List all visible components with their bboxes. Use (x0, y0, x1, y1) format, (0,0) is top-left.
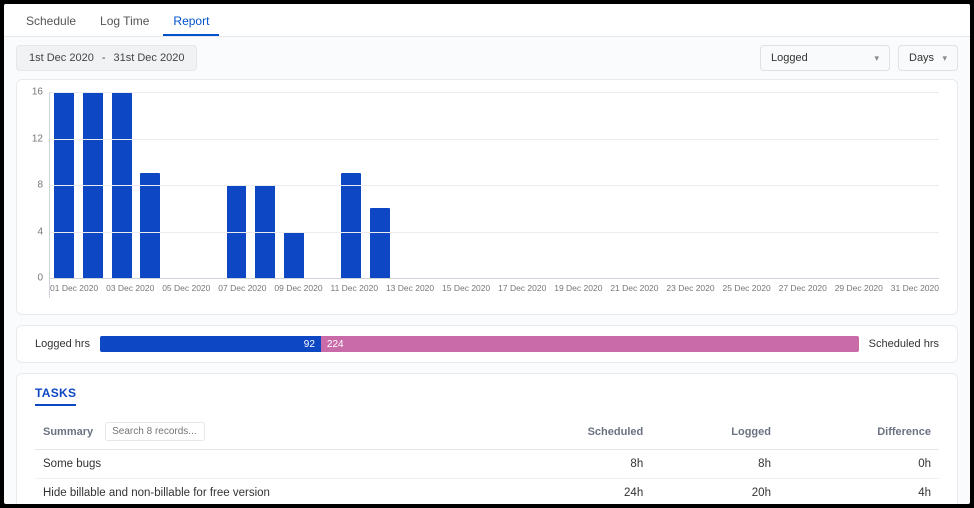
x-tick-label: 19 Dec 2020 (554, 279, 602, 298)
progress-label-scheduled: Scheduled hrs (869, 338, 939, 350)
task-scheduled: 8h (487, 450, 651, 479)
x-tick-label (266, 279, 274, 298)
x-tick-label: 21 Dec 2020 (610, 279, 658, 298)
x-tick-label (98, 279, 106, 298)
progress-bar: 92 224 (100, 336, 859, 352)
task-summary: Hide billable and non-billable for free … (35, 479, 487, 505)
x-tick-label (883, 279, 891, 298)
tasks-title: TASKS (35, 386, 76, 406)
x-tick-label: 05 Dec 2020 (162, 279, 210, 298)
x-tick-label (827, 279, 835, 298)
granularity-select-value: Days (909, 52, 934, 64)
grid-line (50, 185, 939, 186)
task-scheduled: 24h (487, 479, 651, 505)
x-tick-label: 29 Dec 2020 (835, 279, 883, 298)
tab-bar: Schedule Log Time Report (4, 4, 970, 37)
x-tick-label: 11 Dec 2020 (330, 279, 378, 298)
bar[interactable] (370, 208, 390, 278)
x-tick-label: 27 Dec 2020 (779, 279, 827, 298)
grid-line (50, 232, 939, 233)
tasks-header-difference[interactable]: Difference (779, 416, 939, 450)
date-range-end: 31st Dec 2020 (114, 52, 185, 64)
y-tick-label: 4 (37, 226, 43, 237)
grid-line (50, 139, 939, 140)
task-logged: 8h (651, 450, 779, 479)
chevron-down-icon: ▾ (874, 53, 879, 64)
progress-value-logged: 92 (304, 339, 315, 350)
tab-schedule[interactable]: Schedule (16, 10, 86, 36)
y-tick-label: 16 (32, 87, 43, 98)
bar[interactable] (341, 173, 361, 278)
app-window: Schedule Log Time Report 1st Dec 2020 - … (4, 4, 970, 504)
tasks-card: TASKS Summary Scheduled Logged Differenc… (16, 373, 958, 504)
x-tick-label: 15 Dec 2020 (442, 279, 490, 298)
tasks-header-summary-cell: Summary (35, 416, 487, 450)
x-tick-label (715, 279, 723, 298)
y-tick-label: 8 (37, 180, 43, 191)
metric-select[interactable]: Logged ▾ (760, 45, 890, 71)
x-axis: 01 Dec 2020 03 Dec 2020 05 Dec 2020 07 Dec … (50, 278, 939, 298)
table-row[interactable]: Some bugs8h8h0h (35, 450, 939, 479)
x-tick-label: 25 Dec 2020 (723, 279, 771, 298)
task-summary: Some bugs (35, 450, 487, 479)
x-tick-label (323, 279, 331, 298)
y-tick-label: 0 (37, 273, 43, 284)
tasks-header-summary: Summary (43, 426, 93, 438)
table-row[interactable]: Hide billable and non-billable for free … (35, 479, 939, 505)
progress-label-logged: Logged hrs (35, 338, 90, 350)
chevron-down-icon: ▾ (942, 53, 947, 64)
granularity-select[interactable]: Days ▾ (898, 45, 958, 71)
bar[interactable] (140, 173, 160, 278)
task-difference: 0h (779, 450, 939, 479)
x-tick-label: 23 Dec 2020 (666, 279, 714, 298)
tasks-header-logged[interactable]: Logged (651, 416, 779, 450)
x-tick-label: 01 Dec 2020 (50, 279, 98, 298)
progress-card: Logged hrs 92 224 Scheduled hrs (16, 325, 958, 363)
progress-value-scheduled: 224 (327, 339, 344, 350)
x-tick-label (154, 279, 162, 298)
date-range-start: 1st Dec 2020 (29, 52, 94, 64)
plot-area: 01 Dec 2020 03 Dec 2020 05 Dec 2020 07 Dec … (49, 92, 939, 298)
x-tick-label: 17 Dec 2020 (498, 279, 546, 298)
y-tick-label: 12 (32, 133, 43, 144)
x-tick-label: 03 Dec 2020 (106, 279, 154, 298)
tasks-table: Summary Scheduled Logged Difference Some… (35, 416, 939, 504)
tab-report[interactable]: Report (163, 10, 219, 36)
metric-select-value: Logged (771, 52, 808, 64)
x-tick-label: 09 Dec 2020 (274, 279, 322, 298)
x-tick-label: 13 Dec 2020 (386, 279, 434, 298)
tasks-search-input[interactable] (105, 422, 205, 441)
progress-segment-scheduled: 224 (321, 336, 859, 352)
grid-line (50, 92, 939, 93)
chart-card: 0 4 8 12 16 01 Dec 2020 03 Dec 2020 05 Dec 202… (16, 79, 958, 315)
task-logged: 20h (651, 479, 779, 505)
date-range-separator: - (102, 52, 106, 64)
x-tick-label (771, 279, 779, 298)
x-tick-label (659, 279, 667, 298)
bar-chart: 0481216 01 Dec 202003 Dec 202005 Dec 202… (25, 92, 939, 298)
controls-row: 1st Dec 2020 - 31st Dec 2020 Logged ▾ Da… (4, 37, 970, 79)
tab-log-time[interactable]: Log Time (90, 10, 159, 36)
y-axis: 0481216 (25, 92, 49, 298)
x-tick-label: 07 Dec 2020 (218, 279, 266, 298)
tasks-header-scheduled[interactable]: Scheduled (487, 416, 651, 450)
task-difference: 4h (779, 479, 939, 505)
x-tick-label (434, 279, 442, 298)
x-tick-label (378, 279, 386, 298)
bar[interactable] (284, 232, 304, 279)
x-tick-label (602, 279, 610, 298)
date-range-picker[interactable]: 1st Dec 2020 - 31st Dec 2020 (16, 45, 197, 71)
x-tick-label: 31 Dec 2020 (891, 279, 939, 298)
progress-segment-logged: 92 (100, 336, 321, 352)
x-tick-label (210, 279, 218, 298)
x-tick-label (546, 279, 554, 298)
x-tick-label (490, 279, 498, 298)
